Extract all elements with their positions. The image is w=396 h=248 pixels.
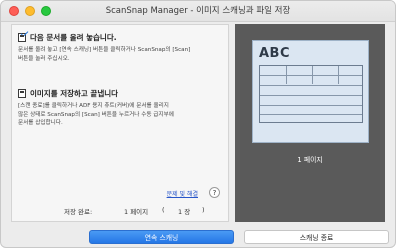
title-bar: ScanSnap Manager - 이미지 스캐닝과 파일 저장 xyxy=(1,1,395,22)
instructions-panel: 다음 문서를 올려 놓습니다. 문서를 올려 놓고 [연속 스캐닝] 버튼을 클… xyxy=(11,24,229,222)
open-paren: ( xyxy=(162,206,165,214)
step-load-document: 다음 문서를 올려 놓습니다. 문서를 올려 놓고 [연속 스캐닝] 버튼을 클… xyxy=(18,31,226,63)
document-check-icon xyxy=(18,32,26,42)
preview-page-count: 1 페이지 xyxy=(297,156,323,164)
troubleshooting-link[interactable]: 문제 및 해결 xyxy=(167,189,198,198)
step-save-images: 이미지를 저장하고 끝냅니다 [스캔 종료]를 클릭하거나 ADF 용지 츄트(… xyxy=(18,87,226,128)
continue-scanning-button[interactable]: 연속 스캐닝 xyxy=(89,230,234,244)
document-table-graphic xyxy=(259,65,363,123)
step2-title: 이미지를 저장하고 끝냅니다 xyxy=(30,88,119,98)
saved-pages-count: 1 페이지 xyxy=(124,208,149,216)
close-paren: ) xyxy=(202,206,205,214)
save-status: 저장 완료: 1 페이지 ( 1 장 ) xyxy=(12,206,226,216)
document-thumbnail: ABC xyxy=(252,40,369,143)
step1-title: 다음 문서를 올려 놓습니다. xyxy=(30,32,117,42)
document-thumbnail-title: ABC xyxy=(259,46,291,61)
finish-scanning-button[interactable]: 스캐닝 종료 xyxy=(244,230,389,244)
save-document-icon xyxy=(18,88,26,98)
saved-sheets-count: 1 장 xyxy=(178,208,191,216)
scansnap-window: ScanSnap Manager - 이미지 스캐닝과 파일 저장 다음 문서를… xyxy=(0,0,396,248)
step2-description: [스캔 종료]를 클릭하거나 ADF 용지 츄트(커버)에 문서를 올리지 않은… xyxy=(18,103,174,126)
save-status-label: 저장 완료: xyxy=(64,208,93,216)
preview-panel: ABC 1 페이지 xyxy=(235,24,385,222)
step1-description: 문서를 올려 놓고 [연속 스캐닝] 버튼을 클릭하거나 ScanSnap의 [… xyxy=(18,47,191,62)
help-button[interactable]: ? xyxy=(209,187,220,198)
help-row: 문제 및 해결 ? xyxy=(12,187,226,199)
window-title: ScanSnap Manager - 이미지 스캐닝과 파일 저장 xyxy=(105,6,291,16)
